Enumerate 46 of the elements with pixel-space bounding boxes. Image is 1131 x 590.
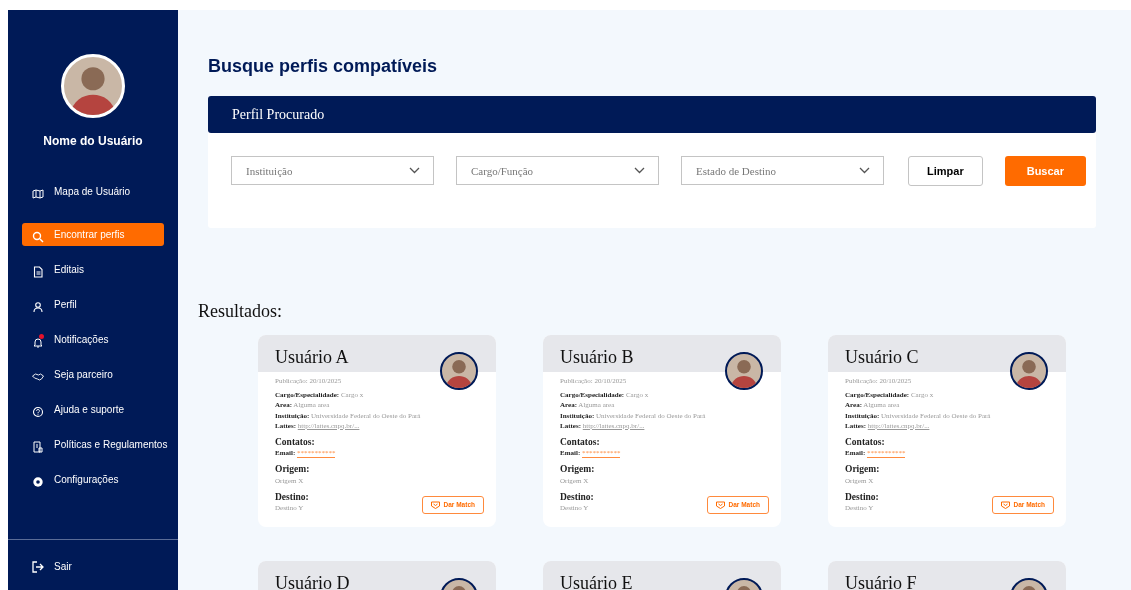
avatar [725,352,763,391]
bell-icon [32,335,44,348]
clear-button[interactable]: Limpar [908,155,983,187]
sidebar-item[interactable]: Ajuda e suporte [22,398,164,421]
filter-select[interactable]: Estado de Destino [681,156,884,186]
search-icon [32,230,44,243]
section-heading: Contatos: [845,436,885,449]
sidebar-item[interactable]: Seja parceiro [22,363,164,386]
section-heading: Contatos: [275,436,315,449]
section-heading: Destino: [275,491,309,504]
section-heading: Destino: [845,491,879,504]
section-heading: Origem: [560,464,595,476]
sidebar-item[interactable]: Mapa de Usuário [22,180,164,203]
section-heading: Origem: [275,464,310,476]
clipboard-icon [32,440,44,453]
filter-select[interactable]: Instituição [231,156,434,186]
avatar [440,352,478,391]
chevron-down-icon [859,167,870,175]
card-title: Usuário B [543,335,781,373]
sidebar-item[interactable]: Notificações [22,328,164,351]
avatar [1010,352,1048,391]
card-title: Usuário D [258,561,496,590]
section-heading: Destino: [560,491,594,504]
sidebar-item[interactable]: Configurações [22,468,164,491]
card-title: Usuário C [828,335,1066,373]
user-name: Nome do Usuário [42,133,144,150]
section-heading: Origem: [845,464,880,476]
help-icon [32,405,44,418]
results-heading: Resultados: [198,300,283,324]
chevron-down-icon [409,167,420,175]
sidebar-item[interactable]: Perfil [22,293,164,316]
card-title: Usuário E [543,561,781,590]
page-title: Busque perfis compatíveis [208,56,439,78]
person-icon [32,300,44,313]
filter-select[interactable]: Cargo/Função [456,156,659,186]
document-icon [32,265,44,278]
chevron-down-icon [634,167,645,175]
panel-header: Perfil Procurado [208,95,1096,133]
logout-icon [32,560,44,573]
sidebar-item[interactable]: Editais [22,258,164,281]
section-heading: Contatos: [560,436,600,449]
logout-button[interactable]: Sair [22,555,164,578]
map-icon [32,187,44,200]
card-title: Usuário F [828,561,1066,590]
avatar [61,54,125,118]
card-title: Usuário A [258,335,496,373]
